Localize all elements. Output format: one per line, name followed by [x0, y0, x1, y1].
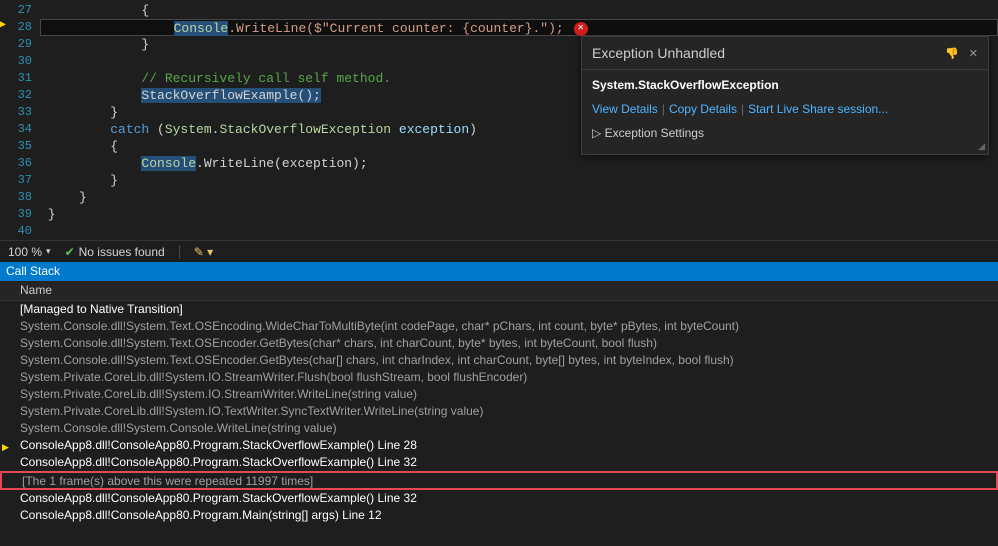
code-line[interactable]: }: [40, 189, 998, 206]
code-line[interactable]: {: [40, 2, 998, 19]
code-line[interactable]: Console.WriteLine(exception);: [40, 155, 998, 172]
check-icon: ✔: [65, 245, 75, 259]
view-details-link[interactable]: View Details: [592, 102, 658, 116]
code-line[interactable]: }: [40, 172, 998, 189]
code-line[interactable]: [40, 223, 998, 240]
error-icon[interactable]: ✕: [574, 22, 588, 36]
popup-title: Exception Unhandled: [592, 45, 725, 61]
zoom-level[interactable]: 100 % ▾: [8, 245, 51, 259]
stack-frame[interactable]: ConsoleApp8.dll!ConsoleApp80.Program.Sta…: [0, 490, 998, 507]
stack-frame[interactable]: System.Console.dll!System.Console.WriteL…: [0, 420, 998, 437]
stack-frame[interactable]: System.Console.dll!System.Text.OSEncodin…: [0, 318, 998, 335]
pin-icon[interactable]: 👎: [945, 47, 959, 60]
live-share-link[interactable]: Start Live Share session...: [748, 102, 888, 116]
brush-icon[interactable]: ✎ ▾: [194, 245, 213, 259]
divider: [179, 245, 180, 259]
editor-status-bar: 100 % ▾ ✔ No issues found ✎ ▾: [0, 240, 998, 262]
copy-details-link[interactable]: Copy Details: [669, 102, 737, 116]
stack-frame[interactable]: ConsoleApp8.dll!ConsoleApp80.Program.Mai…: [0, 507, 998, 524]
close-icon[interactable]: ✕: [969, 47, 978, 60]
exception-popup: Exception Unhandled 👎 ✕ System.StackOver…: [581, 36, 989, 155]
stack-frame[interactable]: System.Console.dll!System.Text.OSEncoder…: [0, 335, 998, 352]
callstack-panel-title[interactable]: Call Stack: [0, 262, 998, 281]
resize-grip-icon[interactable]: ◢: [978, 141, 985, 152]
stack-frame[interactable]: [Managed to Native Transition]: [0, 301, 998, 318]
line-number-gutter: 27 28 29 30 31 32 33 34 35 36 37 38 39 4…: [0, 0, 40, 240]
stack-frame[interactable]: System.Private.CoreLib.dll!System.IO.Tex…: [0, 403, 998, 420]
stack-frame-repeated[interactable]: [The 1 frame(s) above this were repeated…: [0, 471, 998, 490]
stack-frame[interactable]: System.Console.dll!System.Text.OSEncoder…: [0, 352, 998, 369]
callstack-body[interactable]: [Managed to Native Transition] System.Co…: [0, 301, 998, 524]
code-line[interactable]: }: [40, 206, 998, 223]
exception-name: System.StackOverflowException: [592, 78, 978, 92]
popup-links: View Details|Copy Details|Start Live Sha…: [592, 102, 978, 116]
execution-arrow-icon: ▶: [0, 19, 8, 35]
code-line-current[interactable]: Console.WriteLine($"Current counter: {co…: [40, 19, 998, 36]
stack-frame-current[interactable]: ▶ConsoleApp8.dll!ConsoleApp80.Program.St…: [0, 437, 998, 454]
stack-frame[interactable]: System.Private.CoreLib.dll!System.IO.Str…: [0, 369, 998, 386]
stack-frame[interactable]: ConsoleApp8.dll!ConsoleApp80.Program.Sta…: [0, 454, 998, 471]
issues-status[interactable]: ✔ No issues found: [65, 245, 165, 259]
callstack-column-header[interactable]: Name: [0, 281, 998, 301]
exception-settings-toggle[interactable]: ▷ Exception Settings: [592, 126, 978, 140]
stack-frame[interactable]: System.Private.CoreLib.dll!System.IO.Str…: [0, 386, 998, 403]
current-frame-arrow-icon: ▶: [2, 439, 9, 454]
